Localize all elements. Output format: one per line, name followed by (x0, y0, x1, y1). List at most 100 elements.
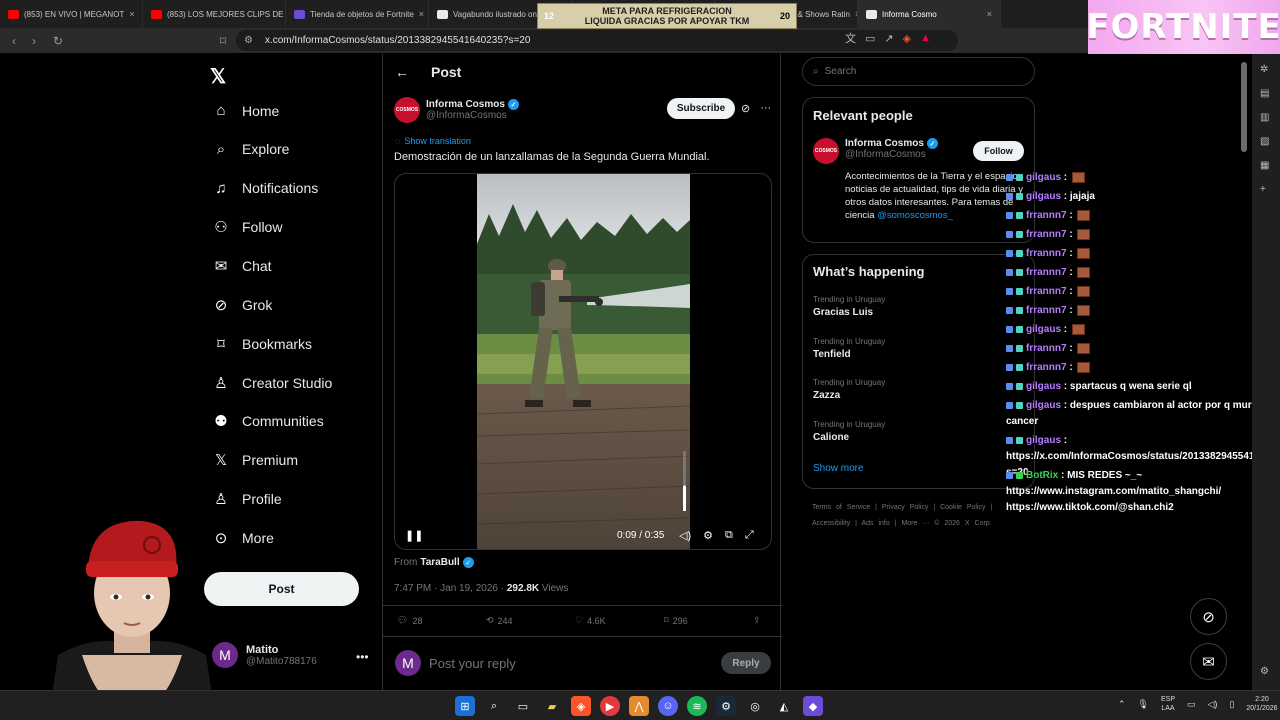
discord-icon[interactable]: ☺ (658, 696, 678, 716)
bookmark-page-icon[interactable]: ⌑ (213, 34, 233, 48)
author-name[interactable]: Informa Cosmos (426, 99, 505, 110)
repost-action[interactable]: ⟲ 244 (486, 615, 575, 626)
fullscreen-icon[interactable]: ⤢ (745, 529, 754, 542)
brave-browser-icon[interactable]: ◈ (571, 696, 591, 716)
browser-tab[interactable]: (853) EN VIVO | MEGANOT × (0, 0, 143, 28)
volume-icon[interactable]: ◁) (679, 529, 691, 542)
browser-tab[interactable]: Informa Cosmo × (858, 0, 1001, 28)
brave-rewards-icon[interactable]: ▲ (920, 32, 931, 44)
from-account[interactable]: TaraBull (420, 557, 459, 568)
clock[interactable]: 2:20 20/1/2026 (1246, 695, 1277, 713)
show-translation-link[interactable]: ◌ Show translation (395, 136, 471, 146)
video-frame[interactable] (477, 174, 690, 549)
reply-action[interactable]: 💬︎ 28 (397, 615, 486, 626)
sidebar-add-icon[interactable]: + (1260, 184, 1266, 195)
nav-item-premium[interactable]: 𝕏 Premium (212, 451, 298, 469)
spotify-icon[interactable]: ≋ (687, 696, 707, 716)
browser-tab[interactable]: (853) LOS MEJORES CLIPS DE 2× (143, 0, 286, 28)
back-icon[interactable]: ‹ (4, 34, 24, 48)
relevant-person[interactable]: COSMOS Informa Cosmos ✓ @InformaCosmos (813, 138, 938, 164)
sidebar-wallet-icon[interactable]: ▤ (1260, 88, 1269, 99)
person-name[interactable]: Informa Cosmos (845, 138, 924, 149)
nav-item-bookmarks[interactable]: ⌑ Bookmarks (212, 335, 312, 353)
volume-icon[interactable]: ◁) (1208, 699, 1218, 710)
more-horizontal-icon[interactable]: ••• (356, 650, 369, 664)
sidebar-reading-list-icon[interactable]: ▦ (1260, 160, 1269, 171)
like-action[interactable]: ♡ 4.6K (575, 615, 664, 626)
follow-button[interactable]: Follow (973, 141, 1024, 161)
messages-fab-icon[interactable]: ✉ (1190, 643, 1227, 680)
task-view-icon[interactable]: ▭ (513, 696, 533, 716)
translate-icon[interactable]: 文 (845, 30, 856, 46)
forward-icon[interactable]: › (24, 34, 44, 48)
reload-icon[interactable]: ↻ (48, 34, 68, 48)
app-icon[interactable]: ⋀ (629, 696, 649, 716)
share-action[interactable]: ⇪ (753, 615, 761, 626)
close-tab-icon[interactable]: × (129, 9, 134, 19)
sidebar-panel-icon[interactable]: ▥ (1260, 112, 1269, 123)
person-avatar[interactable]: COSMOS (813, 138, 839, 164)
app-icon[interactable]: ◭ (774, 696, 794, 716)
grok-explain-icon[interactable]: ⊘ (741, 102, 750, 115)
person-handle[interactable]: @InformaCosmos (845, 149, 938, 160)
nav-item-communities[interactable]: ⚉ Communities (212, 412, 323, 430)
post-button[interactable]: Post (204, 572, 359, 606)
trend-item[interactable]: Trending in Uruguay Calione (813, 420, 885, 443)
nav-item-follow[interactable]: ⚇ Follow (212, 218, 282, 236)
video-player[interactable]: ❚❚ 0:09 / 0:35 ◁) ⚙ ⧉ ⤢ (394, 173, 772, 550)
trend-item[interactable]: Trending in Uruguay Zazza (813, 378, 885, 401)
subscribe-button[interactable]: Subscribe (667, 98, 735, 119)
language-indicator[interactable]: ESP LAA (1161, 695, 1175, 713)
obs-icon[interactable]: ◎ (745, 696, 765, 716)
sidebar-star-icon[interactable]: ✲ (1260, 64, 1268, 75)
footer-links[interactable]: Terms of Service | Privacy Policy | Cook… (812, 500, 1012, 532)
pause-icon[interactable]: ❚❚ (405, 529, 423, 542)
browser-tab[interactable]: Tienda de objetos de Fortnite × (286, 0, 429, 28)
cast-icon[interactable]: ▭ (865, 32, 875, 45)
brave-shield-icon[interactable]: ◈ (903, 32, 911, 45)
sidebar-settings-icon[interactable]: ⚙ (1260, 666, 1269, 677)
sidebar-history-icon[interactable]: ▧ (1260, 136, 1269, 147)
reply-button[interactable]: Reply (721, 652, 771, 674)
mic-icon[interactable]: 🎙︎ (1138, 699, 1149, 710)
network-icon[interactable]: ▭ (1187, 699, 1196, 710)
steam-icon[interactable]: ⚙ (716, 696, 736, 716)
nav-item-notifications[interactable]: ♫ Notifications (212, 180, 318, 197)
volume-slider[interactable] (683, 451, 686, 511)
close-tab-icon[interactable]: × (419, 9, 424, 19)
start-icon[interactable]: ⊞ (455, 696, 475, 716)
search-icon[interactable]: ⌕ (484, 696, 504, 716)
scrollbar[interactable] (1241, 62, 1247, 152)
settings-gear-icon[interactable]: ⚙ (703, 529, 713, 542)
reply-input[interactable]: Post your reply (429, 656, 713, 671)
nav-item-more[interactable]: ⊙ More (212, 529, 274, 547)
grok-fab-icon[interactable]: ⊘ (1190, 598, 1227, 635)
trend-item[interactable]: Trending in Uruguay Tenfield (813, 337, 885, 360)
x-logo-icon[interactable]: 𝕏 (210, 64, 226, 89)
show-more-link[interactable]: Show more (813, 463, 864, 474)
file-explorer-icon[interactable]: ▰ (542, 696, 562, 716)
share-icon[interactable]: ↗ (884, 32, 893, 45)
nav-item-grok[interactable]: ⊘ Grok (212, 296, 273, 314)
trend-item[interactable]: Trending in Uruguay Gracias Luis (813, 295, 885, 318)
post-timestamp[interactable]: 7:47 PM · Jan 19, 2026 · (394, 583, 504, 594)
nav-item-profile[interactable]: ♙ Profile (212, 490, 281, 508)
post-author[interactable]: COSMOS Informa Cosmos ✓ @InformaCosmos (394, 97, 519, 123)
media-player-icon[interactable]: ▶ (600, 696, 620, 716)
nav-item-creator-studio[interactable]: ♙ Creator Studio (212, 374, 332, 392)
nav-item-chat[interactable]: ✉ Chat (212, 257, 272, 275)
nav-item-home[interactable]: ⌂ Home (212, 102, 279, 119)
search-input[interactable]: ⌕ Search (802, 57, 1035, 86)
picture-in-picture-icon[interactable]: ⧉ (725, 529, 733, 542)
author-avatar[interactable]: COSMOS (394, 97, 420, 123)
author-handle[interactable]: @InformaCosmos (426, 110, 519, 121)
bookmark-action[interactable]: ⌑ 296 (664, 615, 753, 626)
account-switcher[interactable]: M Matito @Matito788176 (212, 642, 317, 668)
bio-link[interactable]: @somoscosmos_ (877, 210, 953, 221)
chevron-up-icon[interactable]: ⌃ (1118, 699, 1126, 710)
back-arrow-icon[interactable]: ← (395, 64, 409, 80)
site-settings-icon[interactable]: ⚙ (244, 35, 253, 46)
nav-item-explore[interactable]: ⌕ Explore (212, 141, 290, 158)
battery-icon[interactable]: ▯ (1229, 699, 1234, 710)
app-icon[interactable]: ◆ (803, 696, 823, 716)
